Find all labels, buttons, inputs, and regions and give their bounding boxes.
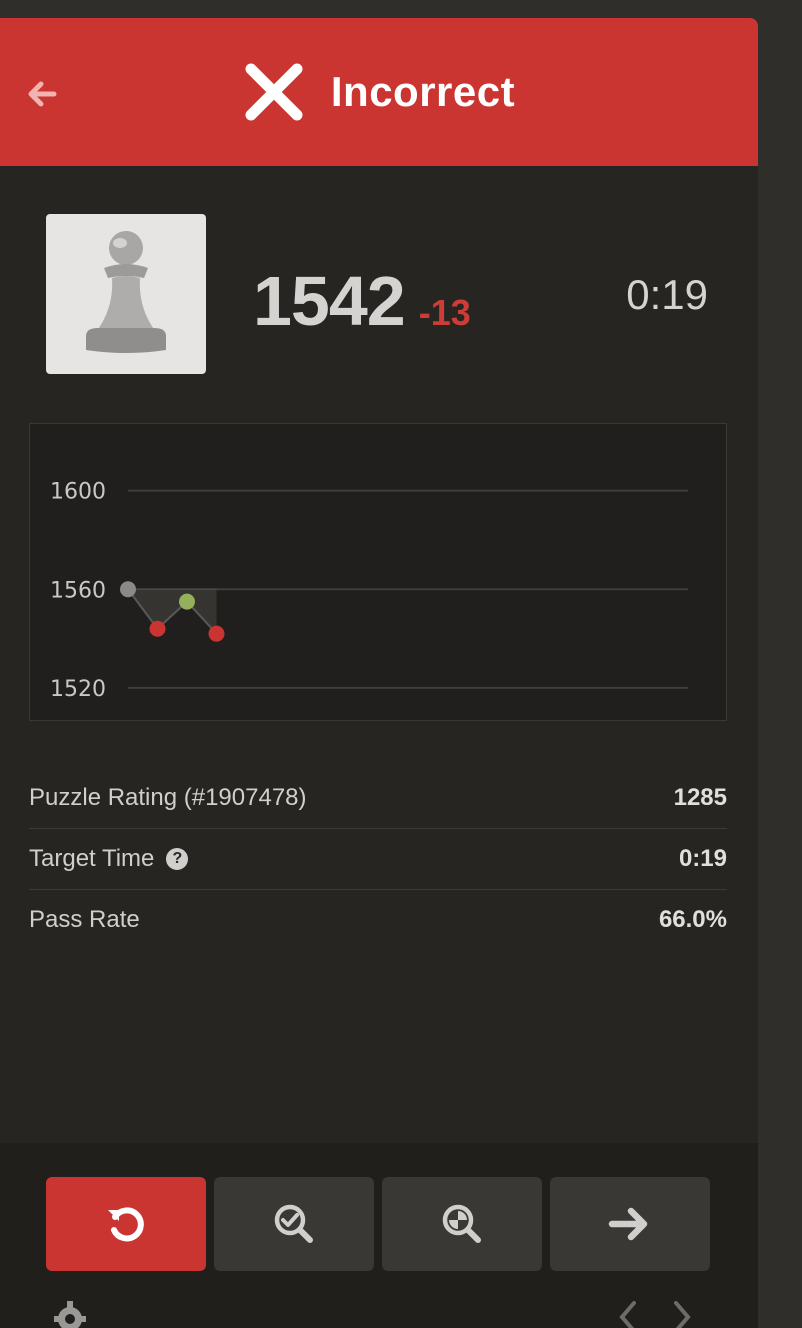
y-tick-label: 1600 bbox=[50, 480, 106, 505]
rating-point-fail[interactable] bbox=[149, 620, 166, 637]
rating-point-fail[interactable] bbox=[208, 625, 225, 642]
next-button[interactable] bbox=[550, 1177, 710, 1271]
action-footer bbox=[0, 1143, 758, 1328]
arrow-right-icon bbox=[608, 1207, 648, 1241]
puzzle-stats: Puzzle Rating (#1907478) 1285 Target Tim… bbox=[29, 768, 727, 950]
stat-row-puzzle-rating: Puzzle Rating (#1907478) 1285 bbox=[29, 768, 727, 829]
stat-row-target-time: Target Time ? 0:19 bbox=[29, 829, 727, 890]
rating-chart-svg: 1600 1560 1520 bbox=[50, 480, 688, 702]
rating-chart: 1600 1560 1520 bbox=[29, 423, 727, 721]
rating-value: 1542 bbox=[253, 262, 406, 340]
y-tick-label: 1520 bbox=[50, 677, 106, 702]
chevron-right-icon[interactable] bbox=[668, 1299, 698, 1328]
rating-delta: -13 bbox=[418, 292, 471, 333]
retry-icon bbox=[108, 1207, 144, 1242]
rating-point-pass[interactable] bbox=[179, 593, 195, 610]
analysis-icon bbox=[274, 1204, 313, 1243]
analysis-button[interactable] bbox=[214, 1177, 374, 1271]
puzzle-rating-value: 1285 bbox=[673, 784, 727, 811]
player-rating: 1542 -13 bbox=[253, 261, 471, 341]
y-tick-label: 1560 bbox=[50, 578, 106, 603]
target-time-label: Target Time bbox=[29, 845, 155, 872]
rating-area bbox=[128, 589, 217, 634]
arrow-left-icon bbox=[28, 81, 57, 107]
hint-icon bbox=[442, 1204, 481, 1243]
gear-icon[interactable] bbox=[50, 1299, 90, 1328]
rating-point-start[interactable] bbox=[120, 581, 136, 598]
back-button[interactable] bbox=[24, 76, 60, 112]
pawn-icon bbox=[86, 231, 166, 353]
puzzle-panel: Incorrect 1542 -13 0:19 1600 1560 1520 Puz… bbox=[0, 18, 758, 1328]
help-icon[interactable]: ? bbox=[166, 848, 189, 870]
rating-row: 1542 -13 0:19 bbox=[0, 166, 758, 376]
puzzle-rating-label: Puzzle Rating (#1907478) bbox=[29, 784, 307, 811]
result-header: Incorrect bbox=[0, 18, 758, 166]
chevron-left-icon[interactable] bbox=[612, 1299, 642, 1328]
result-title: Incorrect bbox=[330, 68, 516, 115]
x-icon bbox=[245, 63, 303, 121]
target-time-value: 0:19 bbox=[678, 845, 727, 872]
pass-rate-label: Pass Rate bbox=[29, 906, 140, 933]
solve-timer: 0:19 bbox=[626, 271, 708, 318]
hint-button[interactable] bbox=[382, 1177, 542, 1271]
header-title: Incorrect bbox=[243, 61, 515, 123]
avatar bbox=[46, 214, 206, 374]
target-time-label-group: Target Time ? bbox=[29, 845, 189, 873]
stat-row-pass-rate: Pass Rate 66.0% bbox=[29, 890, 727, 950]
pass-rate-value: 66.0% bbox=[658, 906, 727, 933]
retry-button[interactable] bbox=[46, 1177, 206, 1271]
